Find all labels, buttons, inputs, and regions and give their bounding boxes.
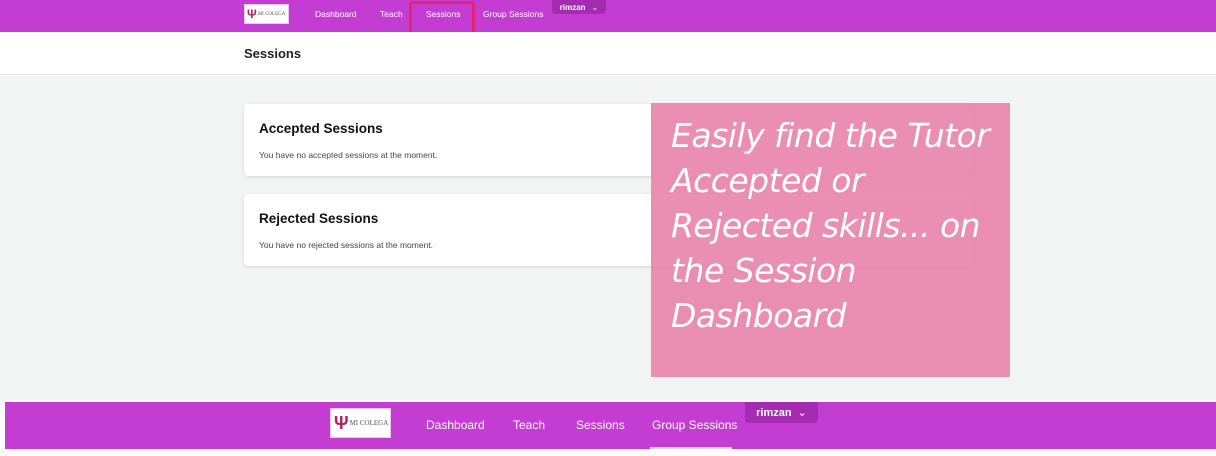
promo-overlay-text: Easily find the Tutor Accepted or Reject…: [671, 116, 990, 335]
user-menu-button-large[interactable]: rimzan ⌄: [745, 402, 818, 423]
bottom-strip: [0, 449, 1216, 456]
logo-mark-icon-large: Ψ: [334, 412, 349, 433]
nav-link-dashboard[interactable]: Dashboard: [315, 9, 357, 19]
rejected-sessions-title: Rejected Sessions: [259, 211, 379, 226]
bottom-navbar: Ψ MI COLEGA Dashboard Teach Sessions Gro…: [5, 402, 1216, 449]
nav-link-teach[interactable]: Teach: [380, 9, 403, 19]
page-title: Sessions: [244, 46, 302, 61]
nav-link-teach-large[interactable]: Teach: [513, 418, 545, 432]
nav-link-sessions-large[interactable]: Sessions: [576, 418, 625, 432]
brand-logo-large[interactable]: Ψ MI COLEGA: [330, 408, 391, 438]
user-name-large: rimzan: [756, 406, 792, 419]
brand-logo[interactable]: Ψ MI COLEGA: [244, 4, 289, 24]
page-header: Sessions: [0, 32, 1216, 75]
accepted-sessions-title: Accepted Sessions: [259, 121, 383, 136]
rejected-sessions-message: You have no rejected sessions at the mom…: [259, 240, 434, 250]
user-name: rimzan: [559, 2, 586, 12]
logo-text-large: MI COLEGA: [349, 419, 389, 427]
nav-link-group-sessions-large[interactable]: Group Sessions: [652, 418, 737, 432]
chevron-down-icon-large: ⌄: [797, 407, 807, 419]
user-menu-button[interactable]: rimzan ⌄: [552, 0, 606, 14]
promo-overlay: Easily find the Tutor Accepted or Reject…: [651, 103, 1010, 377]
logo-text: MI COLEGA: [257, 11, 286, 17]
nav-link-group-sessions[interactable]: Group Sessions: [483, 9, 543, 19]
top-navbar: Ψ MI COLEGA Dashboard Teach Sessions Gro…: [0, 0, 1216, 32]
nav-link-dashboard-large[interactable]: Dashboard: [426, 418, 485, 432]
sessions-highlight-box: [409, 1, 475, 35]
logo-mark-icon: Ψ: [247, 7, 257, 21]
accepted-sessions-message: You have no accepted sessions at the mom…: [259, 150, 438, 160]
chevron-down-icon: ⌄: [591, 2, 599, 12]
